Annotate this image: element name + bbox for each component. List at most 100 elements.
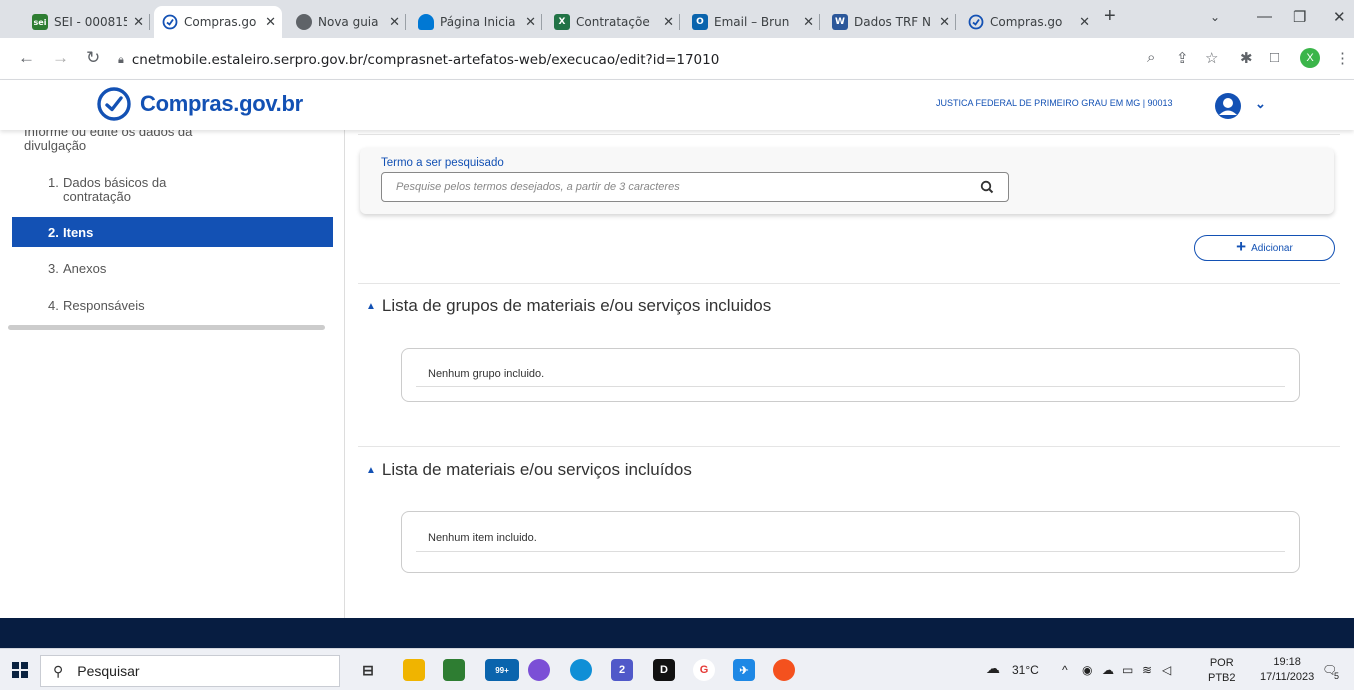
chrome-favicon-icon xyxy=(296,14,312,30)
divider xyxy=(358,283,1340,284)
tab-compras-active[interactable]: Compras.go ✕ xyxy=(154,6,282,38)
extensions-icon[interactable]: ✱ xyxy=(1240,49,1253,67)
file-explorer-icon[interactable] xyxy=(403,659,425,681)
tab-contratacoes[interactable]: X Contrataçõe ✕ xyxy=(546,6,680,38)
tray-chevron-icon[interactable]: ^ xyxy=(1062,663,1068,677)
tab-sei[interactable]: sei SEI - 000815 ✕ xyxy=(24,6,150,38)
items-empty-text: Nenhum item incluido. xyxy=(428,532,537,544)
organization-name: JUSTICA FEDERAL DE PRIMEIRO GRAU EM MG |… xyxy=(936,98,1173,108)
user-avatar-icon[interactable] xyxy=(1214,92,1242,125)
divider xyxy=(358,446,1340,447)
outlook-favicon-icon: O xyxy=(692,14,708,30)
tray-cloud-icon[interactable]: ☁ xyxy=(1102,663,1114,677)
tab-label: Nova guia xyxy=(318,15,379,29)
task-view-icon[interactable]: ⊟ xyxy=(357,659,379,681)
sidebar-item-itens[interactable]: 2. Itens xyxy=(12,217,333,247)
tab-compras-2[interactable]: Compras.go ✕ xyxy=(960,6,1096,38)
browser-tab-bar: sei SEI - 000815 ✕ Compras.go ✕ Nova gui… xyxy=(0,0,1354,38)
teams-icon[interactable]: 2 xyxy=(611,659,633,681)
volume-icon[interactable]: ◁ xyxy=(1162,663,1171,677)
close-window-icon[interactable]: ✕ xyxy=(1333,8,1346,26)
tab-label: SEI - 000815 xyxy=(54,15,128,29)
browser-menu-icon[interactable]: ⋮ xyxy=(1335,49,1350,67)
add-button[interactable]: + Adicionar xyxy=(1194,235,1335,261)
compras-logo[interactable]: Compras.gov.br xyxy=(96,86,303,122)
restore-icon[interactable]: ❐ xyxy=(1293,8,1306,26)
tab-pagina-inicial[interactable]: Página Inicia ✕ xyxy=(410,6,542,38)
tab-label: Email – Brun xyxy=(714,15,790,29)
edge-icon[interactable] xyxy=(570,659,592,681)
plane-app-icon[interactable]: ✈ xyxy=(733,659,755,681)
chevron-up-icon: ▲ xyxy=(366,300,376,312)
windows-taskbar: ⚲ Pesquisar ⊟ 99+ 2 D G ✈ ☁ 31°C ^ ◉ ☁ ▭… xyxy=(0,648,1354,690)
tab-close-icon[interactable]: ✕ xyxy=(389,15,400,30)
chrome-taskbar-icon[interactable] xyxy=(773,659,795,681)
sidebar-scrollbar[interactable] xyxy=(8,325,325,330)
battery-icon[interactable]: ▭ xyxy=(1122,663,1133,677)
url-text: cnetmobile.estaleiro.serpro.gov.br/compr… xyxy=(131,52,720,68)
clock[interactable]: 19:18 17/11/2023 xyxy=(1260,655,1314,685)
sidebar-item-label: Responsáveis xyxy=(63,298,145,313)
page-footer xyxy=(0,618,1354,648)
sidebar: Informe ou edite os dados da divulgação … xyxy=(0,130,345,618)
search-icon: ⚲ xyxy=(53,662,64,679)
forward-arrow-icon[interactable]: → xyxy=(52,48,69,68)
reload-icon[interactable]: ↻ xyxy=(86,48,100,68)
copilot-icon[interactable] xyxy=(528,659,550,681)
sidebar-item-anexos[interactable]: 3. Anexos xyxy=(12,261,333,276)
taskbar-search-text: Pesquisar xyxy=(77,663,140,679)
tab-close-icon[interactable]: ✕ xyxy=(803,15,814,30)
dell-app-icon[interactable]: D xyxy=(653,659,675,681)
sidebar-item-number: 3. xyxy=(48,261,59,276)
minimize-icon[interactable]: — xyxy=(1257,8,1272,25)
tab-close-icon[interactable]: ✕ xyxy=(133,15,144,30)
tab-close-icon[interactable]: ✕ xyxy=(939,15,950,30)
tab-close-icon[interactable]: ✕ xyxy=(1079,15,1090,30)
tab-close-icon[interactable]: ✕ xyxy=(265,15,276,30)
tab-close-icon[interactable]: ✕ xyxy=(663,15,674,30)
sidebar-item-dados-basicos[interactable]: 1. Dados básicos da contratação xyxy=(12,176,333,204)
zoom-icon[interactable]: ⌕ xyxy=(1147,49,1155,66)
user-menu-chevron-icon[interactable]: ⌄ xyxy=(1255,96,1266,112)
search-label: Termo a ser pesquisado xyxy=(381,157,504,169)
tab-email[interactable]: O Email – Brun ✕ xyxy=(684,6,820,38)
weather-temp: 31°C xyxy=(1012,663,1039,677)
tab-close-icon[interactable]: ✕ xyxy=(525,15,536,30)
g-app-icon[interactable]: G xyxy=(693,659,715,681)
windows-start-icon[interactable] xyxy=(12,662,28,683)
onedrive-favicon-icon xyxy=(418,14,434,30)
search-input[interactable]: Pesquise pelos termos desejados, a parti… xyxy=(381,172,1009,202)
url-field[interactable]: 🔒︎ cnetmobile.estaleiro.serpro.gov.br/co… xyxy=(118,46,1213,74)
store-icon[interactable] xyxy=(443,659,465,681)
tray-meet-icon[interactable]: ◉ xyxy=(1082,663,1092,677)
tab-search-chevron-icon[interactable]: ⌄ xyxy=(1210,10,1220,24)
mail-app-icon[interactable]: 99+ xyxy=(485,659,519,681)
compras-logo-icon xyxy=(97,87,131,121)
sidebar-item-responsaveis[interactable]: 4. Responsáveis xyxy=(12,298,333,313)
bookmark-star-icon[interactable]: ☆ xyxy=(1205,49,1218,67)
taskbar-search[interactable]: ⚲ Pesquisar xyxy=(40,655,340,687)
new-tab-icon[interactable]: + xyxy=(1104,5,1116,28)
word-favicon-icon: W xyxy=(832,14,848,30)
language-indicator[interactable]: POR PTB2 xyxy=(1208,656,1236,686)
groups-section-toggle[interactable]: ▲ Lista de grupos de materiais e/ou serv… xyxy=(366,296,771,316)
chevron-up-icon: ▲ xyxy=(366,464,376,476)
address-bar: ← → ↻ 🔒︎ cnetmobile.estaleiro.serpro.gov… xyxy=(0,38,1354,80)
tab-nova-guia[interactable]: Nova guia ✕ xyxy=(288,6,406,38)
profile-avatar[interactable]: X xyxy=(1300,48,1320,68)
groups-empty-box: Nenhum grupo incluido. xyxy=(401,348,1300,402)
app-header: Compras.gov.br JUSTICA FEDERAL DE PRIMEI… xyxy=(0,80,1354,130)
weather-icon[interactable]: ☁ xyxy=(986,660,1000,677)
search-placeholder: Pesquise pelos termos desejados, a parti… xyxy=(396,181,680,193)
back-arrow-icon[interactable]: ← xyxy=(18,48,35,68)
side-panel-icon[interactable]: □ xyxy=(1270,49,1279,66)
logo-text: Compras.gov.br xyxy=(140,91,303,116)
divider xyxy=(358,134,1340,135)
tab-dados-trf[interactable]: W Dados TRF N ✕ xyxy=(824,6,956,38)
search-icon[interactable] xyxy=(980,180,994,197)
items-section-toggle[interactable]: ▲ Lista de materiais e/ou serviços inclu… xyxy=(366,460,692,480)
sidebar-section-label: divulgação xyxy=(24,138,87,153)
main-content: Termo a ser pesquisado Pesquise pelos te… xyxy=(346,130,1354,618)
share-icon[interactable]: ⇪ xyxy=(1176,49,1189,67)
wifi-icon[interactable]: ≋ xyxy=(1142,663,1152,677)
